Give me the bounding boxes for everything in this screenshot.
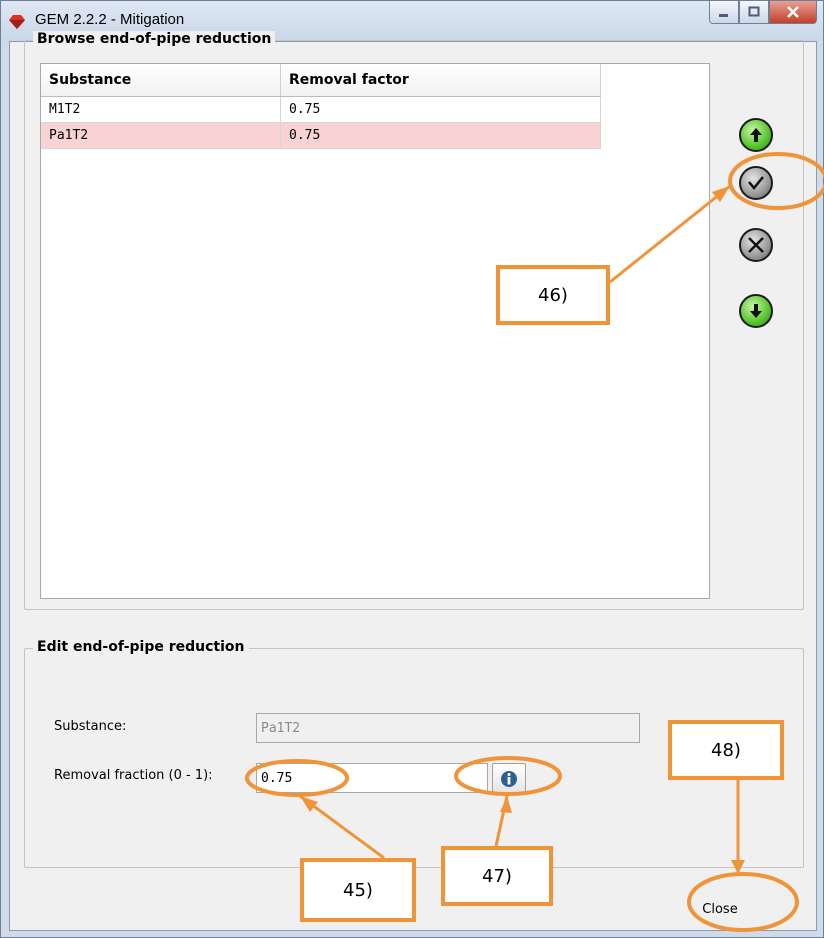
column-header-removal-factor[interactable]: Removal factor — [280, 64, 601, 97]
substance-label: Substance: — [54, 719, 127, 734]
callout-48: 48) — [668, 720, 784, 780]
minimize-icon — [719, 14, 728, 17]
substance-table-panel: Substance Removal factor M1T2 0.75 Pa1T2… — [40, 63, 710, 599]
removal-fraction-input[interactable] — [256, 763, 488, 793]
table-row[interactable]: M1T2 0.75 — [41, 96, 601, 123]
caption-buttons — [709, 1, 817, 25]
substance-table: Substance Removal factor M1T2 0.75 Pa1T2… — [41, 64, 601, 149]
confirm-button[interactable] — [739, 166, 773, 200]
table-row-selected[interactable]: Pa1T2 0.75 — [41, 122, 601, 149]
table-header-row: Substance Removal factor — [41, 64, 601, 97]
cell-removal-factor: 0.75 — [280, 122, 601, 149]
gem-logo-icon — [9, 15, 25, 29]
callout-45: 45) — [300, 858, 416, 922]
close-icon — [787, 6, 799, 18]
cell-substance: M1T2 — [41, 96, 281, 123]
removal-fraction-label: Removal fraction (0 - 1): — [54, 768, 213, 783]
arrow-down-icon — [750, 304, 762, 318]
browse-group-title: Browse end-of-pipe reduction — [33, 31, 276, 47]
checkmark-icon — [748, 176, 764, 190]
arrow-up-icon — [750, 128, 762, 142]
move-up-button[interactable] — [739, 118, 773, 152]
maximize-icon — [748, 6, 760, 17]
cell-removal-factor: 0.75 — [280, 96, 601, 123]
info-icon — [501, 771, 517, 787]
window-title: GEM 2.2.2 - Mitigation — [35, 11, 185, 28]
callout-47: 47) — [441, 846, 553, 906]
column-header-substance[interactable]: Substance — [41, 64, 281, 97]
maximize-button[interactable] — [739, 1, 769, 24]
callout-46: 46) — [496, 265, 610, 325]
browse-group: Browse end-of-pipe reduction Substance R… — [24, 31, 804, 610]
cross-icon — [748, 237, 764, 253]
minimize-button[interactable] — [709, 1, 739, 24]
info-button[interactable] — [492, 763, 526, 795]
move-down-button[interactable] — [739, 294, 773, 328]
edit-group-title: Edit end-of-pipe reduction — [33, 639, 249, 655]
close-window-button[interactable] — [769, 1, 817, 24]
close-button[interactable]: Close — [680, 894, 760, 924]
delete-button[interactable] — [739, 228, 773, 262]
cell-substance: Pa1T2 — [41, 122, 281, 149]
substance-field[interactable] — [256, 713, 640, 743]
